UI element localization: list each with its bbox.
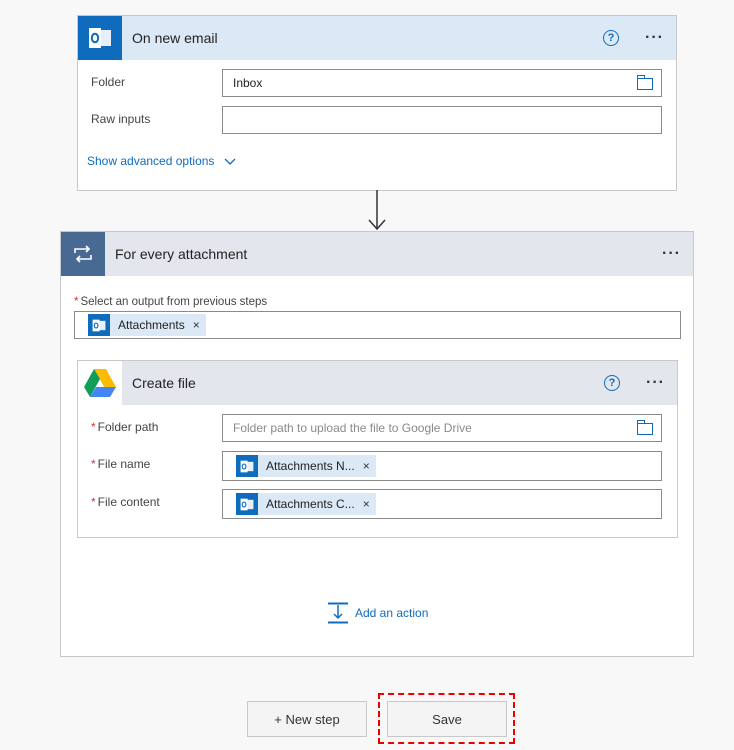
connector-arrow-icon: [368, 190, 386, 231]
folder-input[interactable]: Inbox: [222, 69, 662, 97]
required-asterisk: *: [74, 296, 79, 308]
required-asterisk: *: [91, 495, 96, 509]
folder-picker-icon[interactable]: [636, 420, 653, 435]
select-output-text: Select an output from previous steps: [80, 296, 268, 308]
create-file-header[interactable]: Create file ? ···: [78, 361, 677, 405]
more-options-icon[interactable]: ···: [662, 245, 681, 263]
add-action-button[interactable]: Add an action: [327, 602, 428, 624]
chevron-down-icon: [224, 158, 236, 165]
select-output-label: * Select an output from previous steps: [74, 296, 267, 308]
folder-label: Folder: [91, 75, 126, 89]
folder-picker-icon[interactable]: [636, 75, 653, 90]
folder-path-input[interactable]: Folder path to upload the file to Google…: [222, 414, 662, 442]
attachments-name-token[interactable]: Attachments N... ×: [236, 455, 376, 477]
file-content-label: * File content: [91, 495, 160, 509]
folder-value: Inbox: [233, 76, 263, 90]
outlook-icon: [88, 314, 110, 336]
loop-header[interactable]: For every attachment ···: [61, 232, 693, 276]
required-asterisk: *: [91, 457, 96, 471]
outlook-icon: [236, 455, 258, 477]
remove-token-icon[interactable]: ×: [363, 497, 370, 511]
create-file-card: Create file ? ··· * Folder path Folder pa…: [77, 360, 678, 538]
attachments-name-token-label: Attachments N...: [266, 459, 355, 473]
raw-inputs-field[interactable]: [222, 106, 662, 134]
attachments-token[interactable]: Attachments ×: [88, 314, 206, 336]
save-button[interactable]: Save: [387, 701, 507, 737]
show-advanced-options-link[interactable]: Show advanced options: [87, 154, 236, 168]
remove-token-icon[interactable]: ×: [363, 459, 370, 473]
folder-path-placeholder: Folder path to upload the file to Google…: [233, 421, 472, 435]
raw-inputs-label: Raw inputs: [91, 112, 151, 126]
attachments-content-token[interactable]: Attachments C... ×: [236, 493, 376, 515]
loop-title: For every attachment: [115, 246, 248, 262]
folder-path-label: * Folder path: [91, 420, 159, 434]
loop-icon: [61, 232, 105, 276]
attachments-token-label: Attachments: [118, 318, 185, 332]
loop-card: For every attachment ··· * Select an outp…: [60, 231, 694, 657]
add-action-label: Add an action: [355, 606, 429, 620]
required-asterisk: *: [91, 420, 96, 434]
google-drive-icon: [78, 361, 122, 405]
trigger-title: On new email: [132, 30, 218, 46]
more-options-icon[interactable]: ···: [645, 29, 664, 47]
remove-token-icon[interactable]: ×: [193, 318, 200, 332]
new-step-button[interactable]: + New step: [247, 701, 367, 737]
file-name-label: * File name: [91, 457, 151, 471]
trigger-card: On new email ? ··· Folder Inbox Raw inpu…: [77, 15, 677, 191]
file-content-input[interactable]: Attachments C... ×: [222, 489, 662, 519]
trigger-header[interactable]: On new email ? ···: [78, 16, 676, 60]
create-file-title: Create file: [132, 375, 196, 391]
attachments-content-token-label: Attachments C...: [266, 497, 355, 511]
select-output-input[interactable]: Attachments ×: [74, 311, 681, 339]
outlook-icon: [236, 493, 258, 515]
help-icon[interactable]: ?: [604, 375, 621, 391]
more-options-icon[interactable]: ···: [646, 374, 665, 392]
file-name-input[interactable]: Attachments N... ×: [222, 451, 662, 481]
outlook-icon: [78, 16, 122, 60]
add-action-icon: [328, 602, 348, 624]
help-icon[interactable]: ?: [603, 30, 620, 46]
